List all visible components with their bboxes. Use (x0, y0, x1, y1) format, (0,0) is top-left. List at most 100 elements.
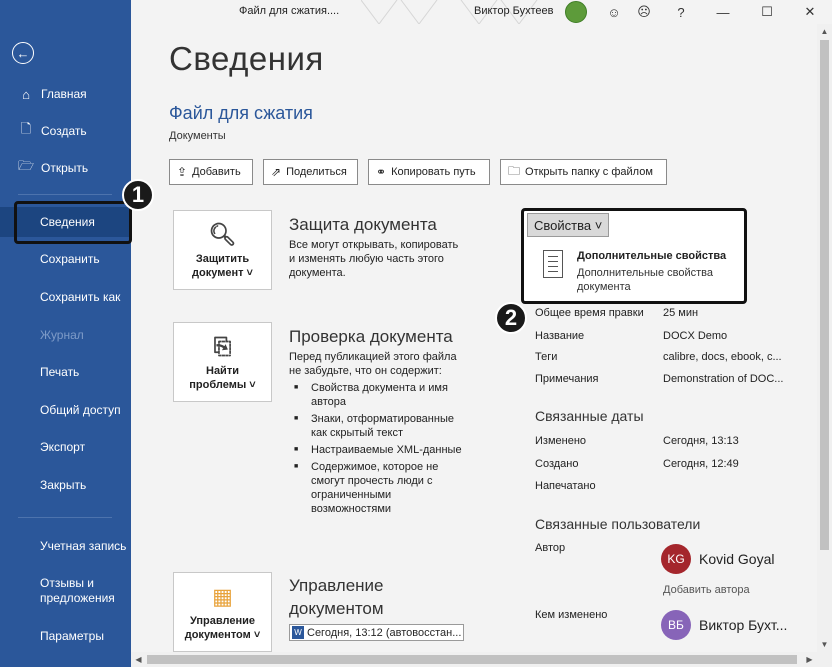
page-title: Сведения (169, 40, 324, 77)
sidebar-item-label: Главная (41, 87, 87, 101)
sidebar-item-history: Журнал (0, 320, 131, 350)
info-highlight-frame (14, 201, 132, 244)
sidebar-item-label: Экспорт (40, 440, 86, 454)
back-arrow-icon[interactable]: ← (12, 42, 34, 64)
protect-document-button[interactable]: 🔍︎ Защитить документ ˅ (173, 210, 272, 290)
sidebar-item-label: Печать (40, 365, 80, 379)
close-button[interactable]: ✕ (800, 2, 820, 22)
modifier-avatar[interactable]: ВБ (661, 610, 691, 640)
window-file-name: Файл для сжатия.... (239, 5, 340, 17)
horizontal-scroll-thumb[interactable] (147, 655, 797, 664)
version-label: Сегодня, 13:12 (автовосстан... (307, 626, 462, 639)
sidebar-item-options[interactable]: Параметры (0, 621, 131, 651)
list-item: Содержимое, которое не смогут прочесть л… (289, 460, 467, 516)
sidebar-item-new[interactable]: 🗋 Создать (0, 116, 131, 146)
document-location: Документы (169, 130, 226, 142)
author-name[interactable]: Kovid Goyal (699, 551, 774, 567)
inspect-section-title: Проверка документа (289, 327, 453, 346)
list-item: Знаки, отформатированные как скрытый тек… (289, 412, 467, 440)
vertical-scrollbar[interactable]: ▲ ▼ (817, 24, 832, 652)
account-avatar[interactable] (565, 1, 587, 23)
prop-value-edit-time: 25 мин (663, 307, 699, 319)
add-author-link[interactable]: Добавить автора (663, 584, 750, 596)
sidebar-item-label: Сохранить (40, 252, 100, 266)
advanced-properties-menu-item[interactable]: Дополнительные свойства Дополнительные с… (529, 244, 741, 298)
scroll-right-arrow-icon[interactable]: ▶ (802, 652, 817, 667)
scroll-left-arrow-icon[interactable]: ◀ (131, 652, 146, 667)
list-item: Свойства документа и имя автора (289, 381, 467, 409)
sidebar-item-close[interactable]: Закрыть (0, 470, 131, 500)
author-avatar[interactable]: KG (661, 544, 691, 574)
sidebar-item-label: Общий доступ (40, 403, 121, 417)
smile-feedback-icon[interactable]: ☺ (604, 2, 624, 22)
modified-by-label: Кем изменено (535, 609, 608, 621)
properties-list-icon (543, 250, 563, 278)
list-item: Настраиваемые XML-данные (289, 443, 467, 457)
sidebar-item-label: Учетная запись (40, 539, 127, 553)
inspect-section-text: Перед публикацией этого файла не забудьт… (289, 351, 457, 377)
advanced-properties-description: Дополнительные свойства документа (577, 267, 713, 293)
sidebar-item-label: Журнал (40, 328, 84, 342)
inspect-bullet-list: Свойства документа и имя автора Знаки, о… (289, 381, 467, 519)
backstage-sidebar: ← ⌂ Главная 🗋 Создать 🗁 Открыть Сведения… (0, 0, 132, 667)
inspect-button-label-1: Найти (206, 365, 239, 377)
sidebar-item-print[interactable]: Печать (0, 357, 131, 387)
inspect-document-icon: ⎘ (213, 334, 232, 359)
manage-section-title-2: документом (289, 599, 384, 618)
help-icon[interactable]: ? (671, 2, 691, 22)
scroll-up-arrow-icon[interactable]: ▲ (817, 24, 832, 39)
open-file-location-button[interactable]: 🗀 Открыть папку с файлом (500, 159, 667, 185)
prop-value-comments[interactable]: Demonstration of DOC... (663, 373, 783, 385)
share-button-label: Поделиться (286, 166, 347, 178)
inspect-button-label-2: проблемы ˅ (189, 379, 256, 391)
related-dates-heading: Связанные даты (535, 408, 644, 424)
protect-button-label-1: Защитить (195, 253, 250, 265)
sidebar-item-account[interactable]: Учетная запись (0, 531, 131, 561)
vertical-scroll-thumb[interactable] (820, 40, 829, 550)
modifier-name[interactable]: Виктор Бухт... (699, 617, 787, 633)
copy-path-button[interactable]: ⚭ Копировать путь (368, 159, 490, 185)
sidebar-item-share[interactable]: Общий доступ (0, 395, 131, 425)
author-label: Автор (535, 542, 566, 554)
prop-label-tags: Теги (535, 351, 558, 363)
account-user-name[interactable]: Виктор Бухтеев (474, 5, 553, 17)
sidebar-item-save[interactable]: Сохранить (0, 244, 131, 274)
info-page: Сведения Файл для сжатия Документы ⇪ Доб… (131, 24, 817, 652)
copy-path-button-label: Копировать путь (391, 166, 476, 178)
upload-button[interactable]: ⇪ Добавить (169, 159, 253, 185)
sidebar-divider (18, 517, 112, 518)
share-icon: ⇗ (271, 165, 282, 179)
scroll-down-arrow-icon[interactable]: ▼ (817, 637, 832, 652)
sidebar-item-label: Сохранить как (40, 290, 121, 304)
manage-document-icon: ▦ (212, 584, 233, 609)
autosave-version-item[interactable]: W Сегодня, 13:12 (автовосстан... (289, 624, 464, 641)
minimize-button[interactable]: — (713, 2, 733, 22)
link-icon: ⚭ (376, 165, 387, 179)
restore-button[interactable]: ☐ (757, 2, 777, 22)
check-for-issues-button[interactable]: ⎘ Найти проблемы ˅ (173, 322, 272, 402)
manage-document-button[interactable]: ▦ Управление документом ˅ (173, 572, 272, 652)
sidebar-item-open[interactable]: 🗁 Открыть (0, 153, 131, 183)
prop-value-title[interactable]: DOCX Demo (663, 330, 727, 342)
step-badge-2: 2 (495, 302, 527, 334)
properties-dropdown-button[interactable]: Свойства ˅ (527, 213, 609, 237)
sidebar-item-home[interactable]: ⌂ Главная (0, 79, 131, 109)
sidebar-item-export[interactable]: Экспорт (0, 432, 131, 462)
manage-button-label-2: документом ˅ (184, 629, 261, 641)
new-document-icon: 🗋 (20, 121, 32, 136)
sidebar-item-feedback[interactable]: Отзывы и предложения (0, 576, 120, 610)
horizontal-scrollbar[interactable]: ◀ ▶ (131, 652, 832, 667)
prop-label-edit-time: Общее время правки (535, 307, 644, 319)
open-file-location-label: Открыть папку с файлом (525, 166, 653, 178)
protect-button-label-2: документ ˅ (192, 267, 253, 279)
date-label-created: Создано (535, 458, 579, 470)
prop-label-comments: Примечания (535, 373, 599, 385)
frown-feedback-icon[interactable]: ☹ (634, 2, 654, 22)
word-document-icon: W (292, 626, 304, 639)
protect-section-title: Защита документа (289, 215, 437, 234)
date-value-modified: Сегодня, 13:13 (663, 435, 739, 447)
prop-value-tags[interactable]: calibre, docs, ebook, c... (663, 351, 782, 363)
sidebar-item-save-as[interactable]: Сохранить как (0, 282, 131, 312)
folder-open-icon: 🗁 (17, 158, 35, 173)
share-button[interactable]: ⇗ Поделиться (263, 159, 358, 185)
